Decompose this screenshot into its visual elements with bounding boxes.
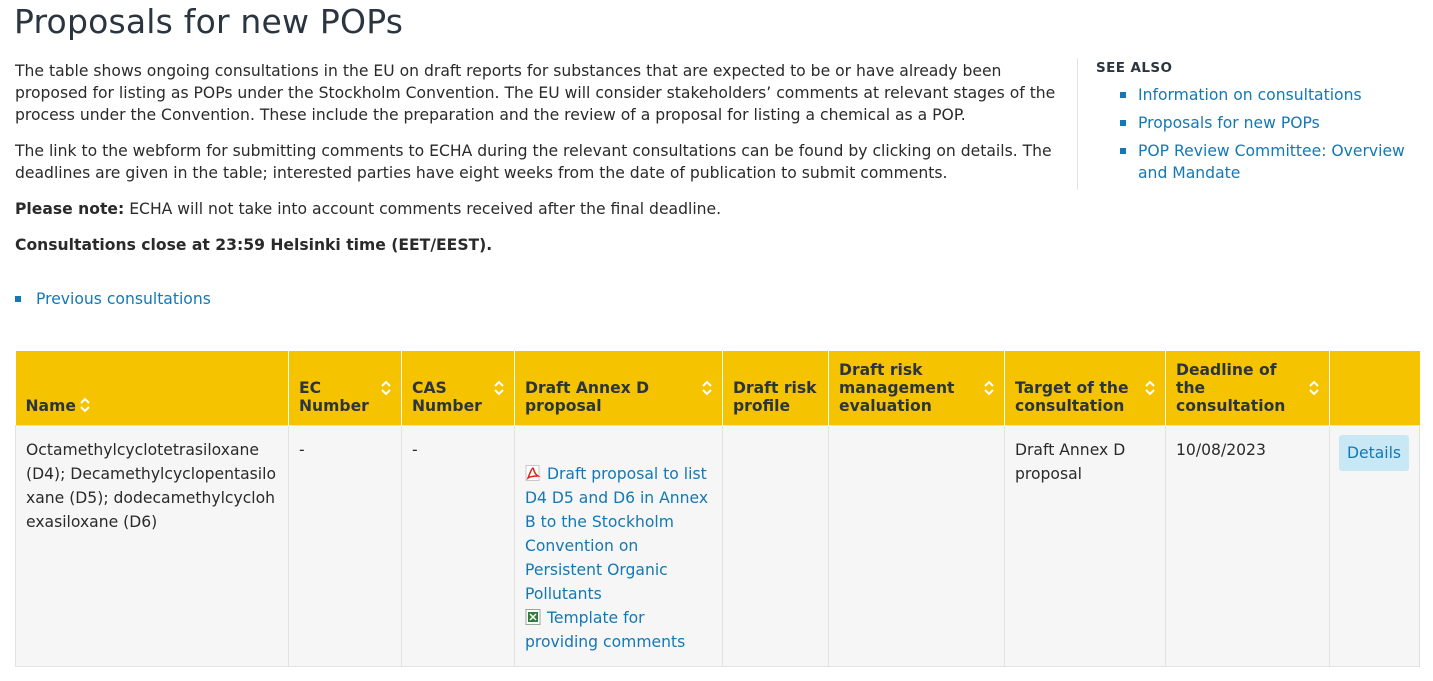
previous-consultations-list: Previous consultations — [0, 287, 211, 311]
column-header-label: Deadline of the consultation — [1176, 361, 1286, 415]
please-note: Please note: ECHA will not take into acc… — [15, 198, 1065, 220]
draft-proposal-pdf-link[interactable]: Draft proposal to list D4 D5 and D6 in A… — [525, 462, 712, 606]
please-note-label: Please note: — [15, 200, 125, 218]
page-title: Proposals for new POPs — [14, 2, 404, 41]
bullet-icon — [1120, 148, 1126, 154]
intro-paragraph-1: The table shows ongoing consultations in… — [15, 62, 1056, 124]
cell-name: Octamethylcyclotetrasiloxane (D4); Decam… — [15, 425, 289, 667]
previous-consultations-link[interactable]: Previous consultations — [36, 290, 211, 308]
cell-draft-annex-d: Draft proposal to list D4 D5 and D6 in A… — [514, 425, 723, 667]
list-item: Previous consultations — [0, 287, 211, 311]
column-header-deadline[interactable]: Deadline of the consultation — [1165, 351, 1330, 426]
draft-proposal-label: Draft proposal to list D4 D5 and D6 in A… — [525, 465, 709, 603]
closing-time-notice: Consultations close at 23:59 Helsinki ti… — [15, 236, 493, 254]
column-header-label: Draft risk profile — [733, 379, 817, 415]
column-header-label: Draft risk management evaluation — [839, 361, 955, 415]
sort-icon[interactable] — [1309, 380, 1319, 396]
column-header-label: Target of the consultation — [1015, 379, 1129, 415]
excel-icon — [525, 609, 541, 625]
column-header-label: EC Number — [299, 379, 369, 415]
sort-icon[interactable] — [984, 380, 994, 396]
column-header-name[interactable]: Name — [15, 351, 289, 426]
cell-actions: Details — [1329, 425, 1420, 667]
sort-icon[interactable] — [702, 380, 712, 396]
please-note-text: ECHA will not take into account comments… — [124, 200, 722, 218]
intro-paragraph-2: The link to the webform for submitting c… — [15, 142, 1052, 182]
link-information-on-consultations[interactable]: Information on consultations — [1138, 86, 1362, 104]
sort-icon[interactable] — [1145, 380, 1155, 396]
link-pop-review-committee[interactable]: POP Review Committee: Overview and Manda… — [1138, 142, 1405, 182]
bullet-icon — [1120, 120, 1126, 126]
sort-icon[interactable] — [80, 397, 90, 413]
comment-template-link[interactable]: Template for providing comments — [525, 606, 712, 654]
comment-template-label: Template for providing comments — [525, 609, 686, 651]
cell-ec-number: - — [288, 425, 402, 667]
consultations-table: Name EC Number CAS Number Draft Annex D … — [15, 351, 1420, 667]
column-header-draft-risk-profile[interactable]: Draft risk profile — [722, 351, 829, 426]
table-row: Octamethylcyclotetrasiloxane (D4); Decam… — [15, 425, 1420, 667]
see-also-list: Information on consultations Proposals f… — [1096, 84, 1427, 184]
column-header-actions — [1329, 351, 1420, 426]
see-also-item: Information on consultations — [1096, 84, 1427, 106]
cell-target: Draft Annex D proposal — [1004, 425, 1166, 667]
table-header-row: Name EC Number CAS Number Draft Annex D … — [15, 351, 1420, 426]
intro-section: The table shows ongoing consultations in… — [15, 60, 1065, 270]
cell-cas-number: - — [401, 425, 515, 667]
see-also-item: Proposals for new POPs — [1096, 112, 1427, 134]
pdf-icon — [525, 465, 541, 481]
cell-draft-risk-management — [828, 425, 1005, 667]
column-header-draft-annex-d[interactable]: Draft Annex D proposal — [514, 351, 723, 426]
cell-deadline: 10/08/2023 — [1165, 425, 1330, 667]
see-also-item: POP Review Committee: Overview and Manda… — [1096, 140, 1427, 184]
column-header-draft-risk-management[interactable]: Draft risk management evaluation — [828, 351, 1005, 426]
column-header-label: Name — [25, 397, 76, 415]
column-header-target[interactable]: Target of the consultation — [1004, 351, 1166, 426]
see-also-heading: SEE ALSO — [1096, 60, 1173, 76]
sort-icon[interactable] — [381, 380, 391, 396]
bullet-icon — [1120, 92, 1126, 98]
sort-icon[interactable] — [494, 380, 504, 396]
cell-draft-risk-profile — [722, 425, 829, 667]
see-also-panel: SEE ALSO Information on consultations Pr… — [1077, 58, 1427, 190]
link-proposals-for-new-pops[interactable]: Proposals for new POPs — [1138, 114, 1320, 132]
details-button[interactable]: Details — [1339, 435, 1410, 471]
column-header-ec-number[interactable]: EC Number — [288, 351, 402, 426]
column-header-label: CAS Number — [412, 379, 482, 415]
column-header-label: Draft Annex D proposal — [525, 379, 650, 415]
bullet-icon — [15, 296, 21, 302]
column-header-cas-number[interactable]: CAS Number — [401, 351, 515, 426]
